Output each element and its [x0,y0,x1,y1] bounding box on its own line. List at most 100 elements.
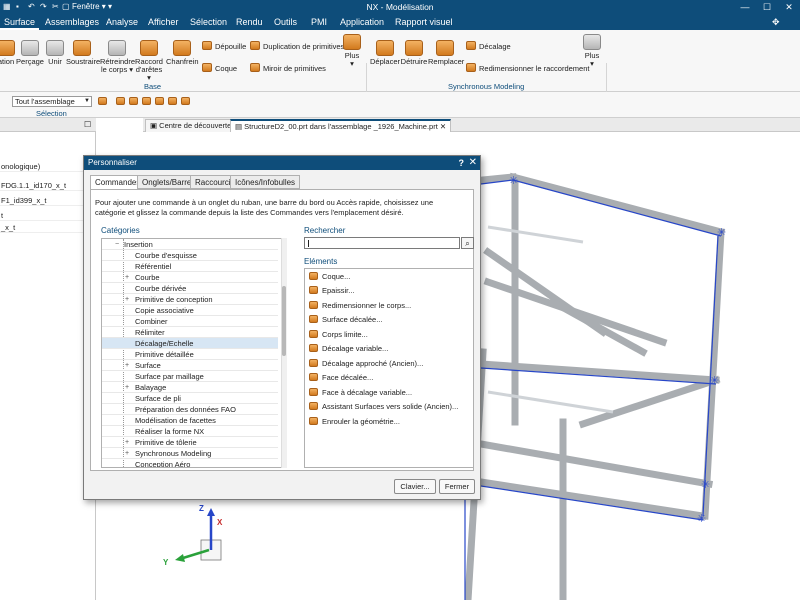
offset-face-icon [309,373,318,381]
tree-item[interactable]: + Surface [102,360,278,371]
ribbon-button-unir[interactable]: Unir [46,40,64,66]
tree-item[interactable]: Référentiel [102,261,278,272]
ribbon-button-depouille[interactable]: Dépouille [202,41,246,52]
tab-assemblages[interactable]: Assemblages [45,17,99,27]
tab-centre-decouverte[interactable]: ▣ Centre de découverte [145,119,237,132]
tree-item[interactable]: Réaliser la forme NX [102,426,278,437]
tab-analyse[interactable]: Analyse [106,17,138,27]
tree-item[interactable]: + Courbe [102,272,278,283]
ribbon-button-soustraire[interactable]: Soustraire [66,40,100,66]
list-item[interactable]: Surface décalée... [309,315,382,325]
ribbon-button-redim-raccord[interactable]: Redimensionner le raccordement [466,63,589,74]
list-item[interactable]: Corps limite... [309,330,368,340]
tree-item[interactable]: − Insertion [102,239,278,250]
tree-item[interactable]: + Primitive de conception [102,294,278,305]
list-item[interactable]: Coque... [309,272,350,282]
elements-list[interactable]: Coque... Epaissir... Redimensionner le c… [304,268,474,468]
select-icon[interactable] [116,97,125,105]
tab-rapport-visuel[interactable]: Rapport visuel [395,17,453,27]
home-icon: ▣ [150,121,160,130]
ribbon-button-miroir[interactable]: Miroir de primitives [250,63,326,74]
tree-item[interactable]: + Primitive de tôlerie [102,437,278,448]
ribbon-button-retreindre[interactable]: Rétreindre le corps ▾ [100,40,135,74]
categories-tree[interactable]: − Insertion Courbe d'esquisse Référentiel… [101,238,287,468]
tree-item[interactable]: + Synchronous Modeling [102,448,278,459]
list-item[interactable]: Décalage approché (Ancien)... [309,359,423,369]
close-icon[interactable]: ✕ [469,156,477,170]
tab-selection[interactable]: Sélection [190,17,227,27]
tab-icones-infobulles[interactable]: Icônes/Infobulles [230,175,301,189]
list-item[interactable]: t [0,210,96,221]
select-icon[interactable] [181,97,190,105]
scrollbar-thumb[interactable] [282,286,286,356]
ribbon-options-icon[interactable]: ✥ [772,17,780,28]
ribbon-button-extrusion[interactable]: ation [0,40,16,66]
tree-item[interactable]: Conception Aéro [102,459,278,467]
tree-item[interactable]: Primitive détaillée [102,349,278,360]
tree-item[interactable]: Préparation des données FAO [102,404,278,415]
hole-icon [21,40,39,56]
text-cursor [308,240,309,247]
minimize-icon[interactable]: — [734,0,756,14]
tree-item[interactable]: Courbe dérivée [102,283,278,294]
tab-outils[interactable]: Outils [274,17,297,27]
list-item[interactable]: Epaissir... [309,286,355,296]
keyboard-button[interactable]: Clavier... [394,479,436,494]
triad-z-arrow [207,508,215,516]
search-input[interactable] [304,237,460,249]
select-icon[interactable] [129,97,138,105]
maximize-icon[interactable]: ☐ [84,120,91,129]
list-item[interactable]: Enrouler la géométrie... [309,417,400,427]
ribbon-button-duplication[interactable]: Duplication de primitives [250,41,344,52]
tab-pmi[interactable]: PMI [311,17,327,27]
tree-item[interactable]: Combiner [102,316,278,327]
tree-item[interactable]: Rélimiter [102,327,278,338]
help-icon[interactable]: ? [459,156,465,170]
edge-marker: ✳ [701,478,710,491]
ribbon-button-decalage[interactable]: Décalage [466,41,511,52]
select-icon[interactable] [155,97,164,105]
tree-item[interactable]: Surface de pli [102,393,278,404]
filter-icon[interactable] [98,97,107,105]
ribbon-button-plus-sync[interactable]: Plus ▾ [582,34,602,68]
ribbon-button-coque[interactable]: Coque [202,63,237,74]
edge-line [512,179,722,237]
tab-structure-part[interactable]: ▤ StructureD2_00.prt dans l'assemblage _… [230,119,452,132]
list-item[interactable]: FDG.1.1_id170_x_t [0,180,96,191]
ribbon-button-deplacer[interactable]: Déplacer [370,40,400,66]
ribbon-tab-bar: Surface Assemblages Analyse Afficher Sél… [0,14,800,30]
list-item[interactable]: Décalage variable... [309,344,388,354]
select-icon[interactable] [168,97,177,105]
list-item[interactable]: F1_id399_x_t [0,195,96,206]
tree-item[interactable]: Copie associative [102,305,278,316]
type-filter-combo[interactable]: Tout l'assemblage ▼ [12,96,92,107]
tree-item[interactable]: + Balayage [102,382,278,393]
search-button[interactable]: ⌕ [461,237,474,249]
tree-item[interactable]: Surface par maillage [102,371,278,382]
close-button[interactable]: Fermer [439,479,475,494]
ribbon-button-chanfrein[interactable]: Chanfrein [166,40,199,66]
tab-rendu[interactable]: Rendu [236,17,263,27]
list-item[interactable]: Face à décalage variable... [309,388,412,398]
list-item[interactable]: Face décalée... [309,373,373,383]
tab-application[interactable]: Application [340,17,384,27]
list-item[interactable]: onologique) [0,161,96,172]
ribbon-button-detruire[interactable]: Détruire [400,40,428,66]
tab-afficher[interactable]: Afficher [148,17,178,27]
list-item[interactable]: _x_t [0,222,96,233]
tree-item[interactable]: Modélisation de facettes [102,415,278,426]
ribbon-button-plus-base[interactable]: Plus ▾ [342,34,362,68]
list-item[interactable]: Redimensionner le corps... [309,301,411,311]
ribbon-button-percage[interactable]: Perçage [16,40,44,66]
select-icon[interactable] [142,97,151,105]
ribbon-button-remplacer[interactable]: Remplacer [428,40,464,66]
tree-item[interactable]: Courbe d'esquisse [102,250,278,261]
mirror-icon [250,63,260,72]
list-item[interactable]: Assistant Surfaces vers solide (Ancien).… [309,402,458,412]
ribbon-button-raccord[interactable]: Raccord d'arêtes ▾ [134,40,164,82]
dialog-title-bar[interactable]: Personnaliser ? ✕ [84,156,480,170]
tab-surface[interactable]: Surface [0,14,40,30]
close-icon[interactable]: ✕ [778,0,800,14]
maximize-icon[interactable]: ☐ [756,0,778,14]
tree-item-selected[interactable]: Décalage/Echelle [102,338,278,349]
